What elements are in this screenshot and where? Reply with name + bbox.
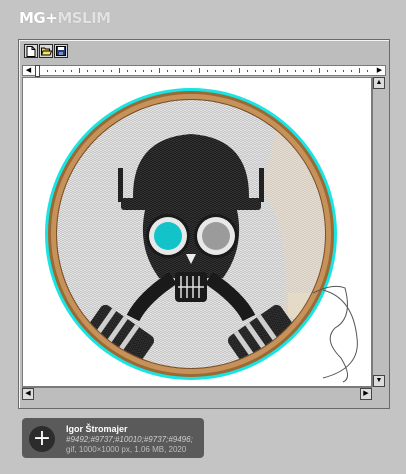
cross-stitch-artwork: [45, 88, 358, 383]
ruler-tick: [271, 70, 272, 72]
open-button[interactable]: [39, 44, 53, 58]
new-file-button[interactable]: [24, 44, 38, 58]
ruler-tick: [135, 70, 136, 72]
ruler-tick: [327, 70, 328, 72]
expand-plus-button[interactable]: +: [29, 426, 55, 452]
author-name[interactable]: Igor Štromajer: [66, 424, 128, 434]
horizontal-ruler: ◀ ▶: [22, 65, 386, 77]
ruler-tick: [279, 68, 280, 73]
ruler-tick: [311, 70, 312, 72]
save-disk-icon: [56, 46, 66, 56]
ruler-tick: [255, 70, 256, 72]
ruler-tick: [63, 70, 64, 72]
ruler-tick: [175, 70, 176, 72]
vertical-scrollbar[interactable]: ▲ ▼: [372, 77, 386, 387]
ruler-tick: [79, 68, 80, 73]
ruler-tick: [119, 68, 120, 73]
ruler-left-arrow-icon[interactable]: ◀: [24, 66, 33, 75]
ruler-tick: [359, 68, 360, 73]
save-button[interactable]: [54, 44, 68, 58]
ruler-tick: [191, 70, 192, 72]
arrow-right-icon: ▶: [363, 390, 369, 397]
ruler-tick: [39, 68, 40, 73]
artwork-tags: #9492;#9737;#10010;#9737;#9496;: [66, 435, 193, 444]
ruler-tick: [287, 70, 288, 72]
ruler-tick: [47, 70, 48, 72]
logo-main: MG+: [19, 9, 58, 27]
ruler-tick: [223, 70, 224, 72]
ruler-tick: [247, 70, 248, 72]
ruler-tick: [159, 68, 160, 73]
ruler-tick: [167, 70, 168, 72]
file-meta: gif, 1000×1000 px, 1.06 MB, 2020: [66, 445, 187, 454]
ruler-tick: [103, 70, 104, 72]
scrollbar-corner: [372, 387, 386, 401]
horizontal-scrollbar[interactable]: ◀ ▶: [22, 387, 372, 401]
ruler-tick: [303, 70, 304, 72]
ruler-tick: [87, 70, 88, 72]
toolbar: [24, 44, 68, 59]
ruler-tick: [367, 70, 368, 72]
ruler-tick: [111, 70, 112, 72]
scroll-down-button[interactable]: ▼: [373, 375, 385, 387]
ruler-tick: [319, 68, 320, 73]
new-file-icon: [26, 45, 36, 57]
ruler-tick: [199, 68, 200, 73]
image-canvas[interactable]: [22, 77, 372, 387]
ruler-tick: [239, 68, 240, 73]
scroll-up-button[interactable]: ▲: [373, 77, 385, 89]
scroll-right-button[interactable]: ▶: [360, 388, 372, 400]
ruler-tick: [151, 70, 152, 72]
ruler-tick: [215, 70, 216, 72]
ruler-tick: [55, 70, 56, 72]
ruler-right-arrow-icon[interactable]: ▶: [375, 66, 384, 75]
ruler-tick: [335, 70, 336, 72]
artwork-info-bar: + Igor Štromajer #9492;#9737;#10010;#973…: [22, 418, 204, 458]
ruler-tick: [263, 70, 264, 72]
ruler-tick: [231, 70, 232, 72]
scroll-left-button[interactable]: ◀: [22, 388, 34, 400]
ruler-tick: [143, 70, 144, 72]
arrow-up-icon: ▲: [375, 79, 383, 86]
logo-faded: MSLIM: [57, 9, 111, 27]
ruler-tick: [71, 70, 72, 72]
open-folder-icon: [40, 47, 52, 56]
paint-window: ◀ ▶ ▲ ▼ ◀ ▶: [18, 39, 390, 409]
ruler-tick: [207, 70, 208, 72]
fabric: [57, 100, 325, 368]
ruler-tick: [127, 70, 128, 72]
ruler-tick: [343, 70, 344, 72]
ruler-tick: [295, 70, 296, 72]
ruler-tick: [183, 70, 184, 72]
ruler-tick: [351, 70, 352, 72]
ruler-tick: [95, 70, 96, 72]
ruler-ticks: [39, 66, 373, 75]
app-logo: MG+MSLIM: [19, 9, 111, 27]
arrow-down-icon: ▼: [375, 377, 383, 384]
arrow-left-icon: ◀: [25, 390, 31, 397]
plus-icon: +: [32, 426, 52, 451]
